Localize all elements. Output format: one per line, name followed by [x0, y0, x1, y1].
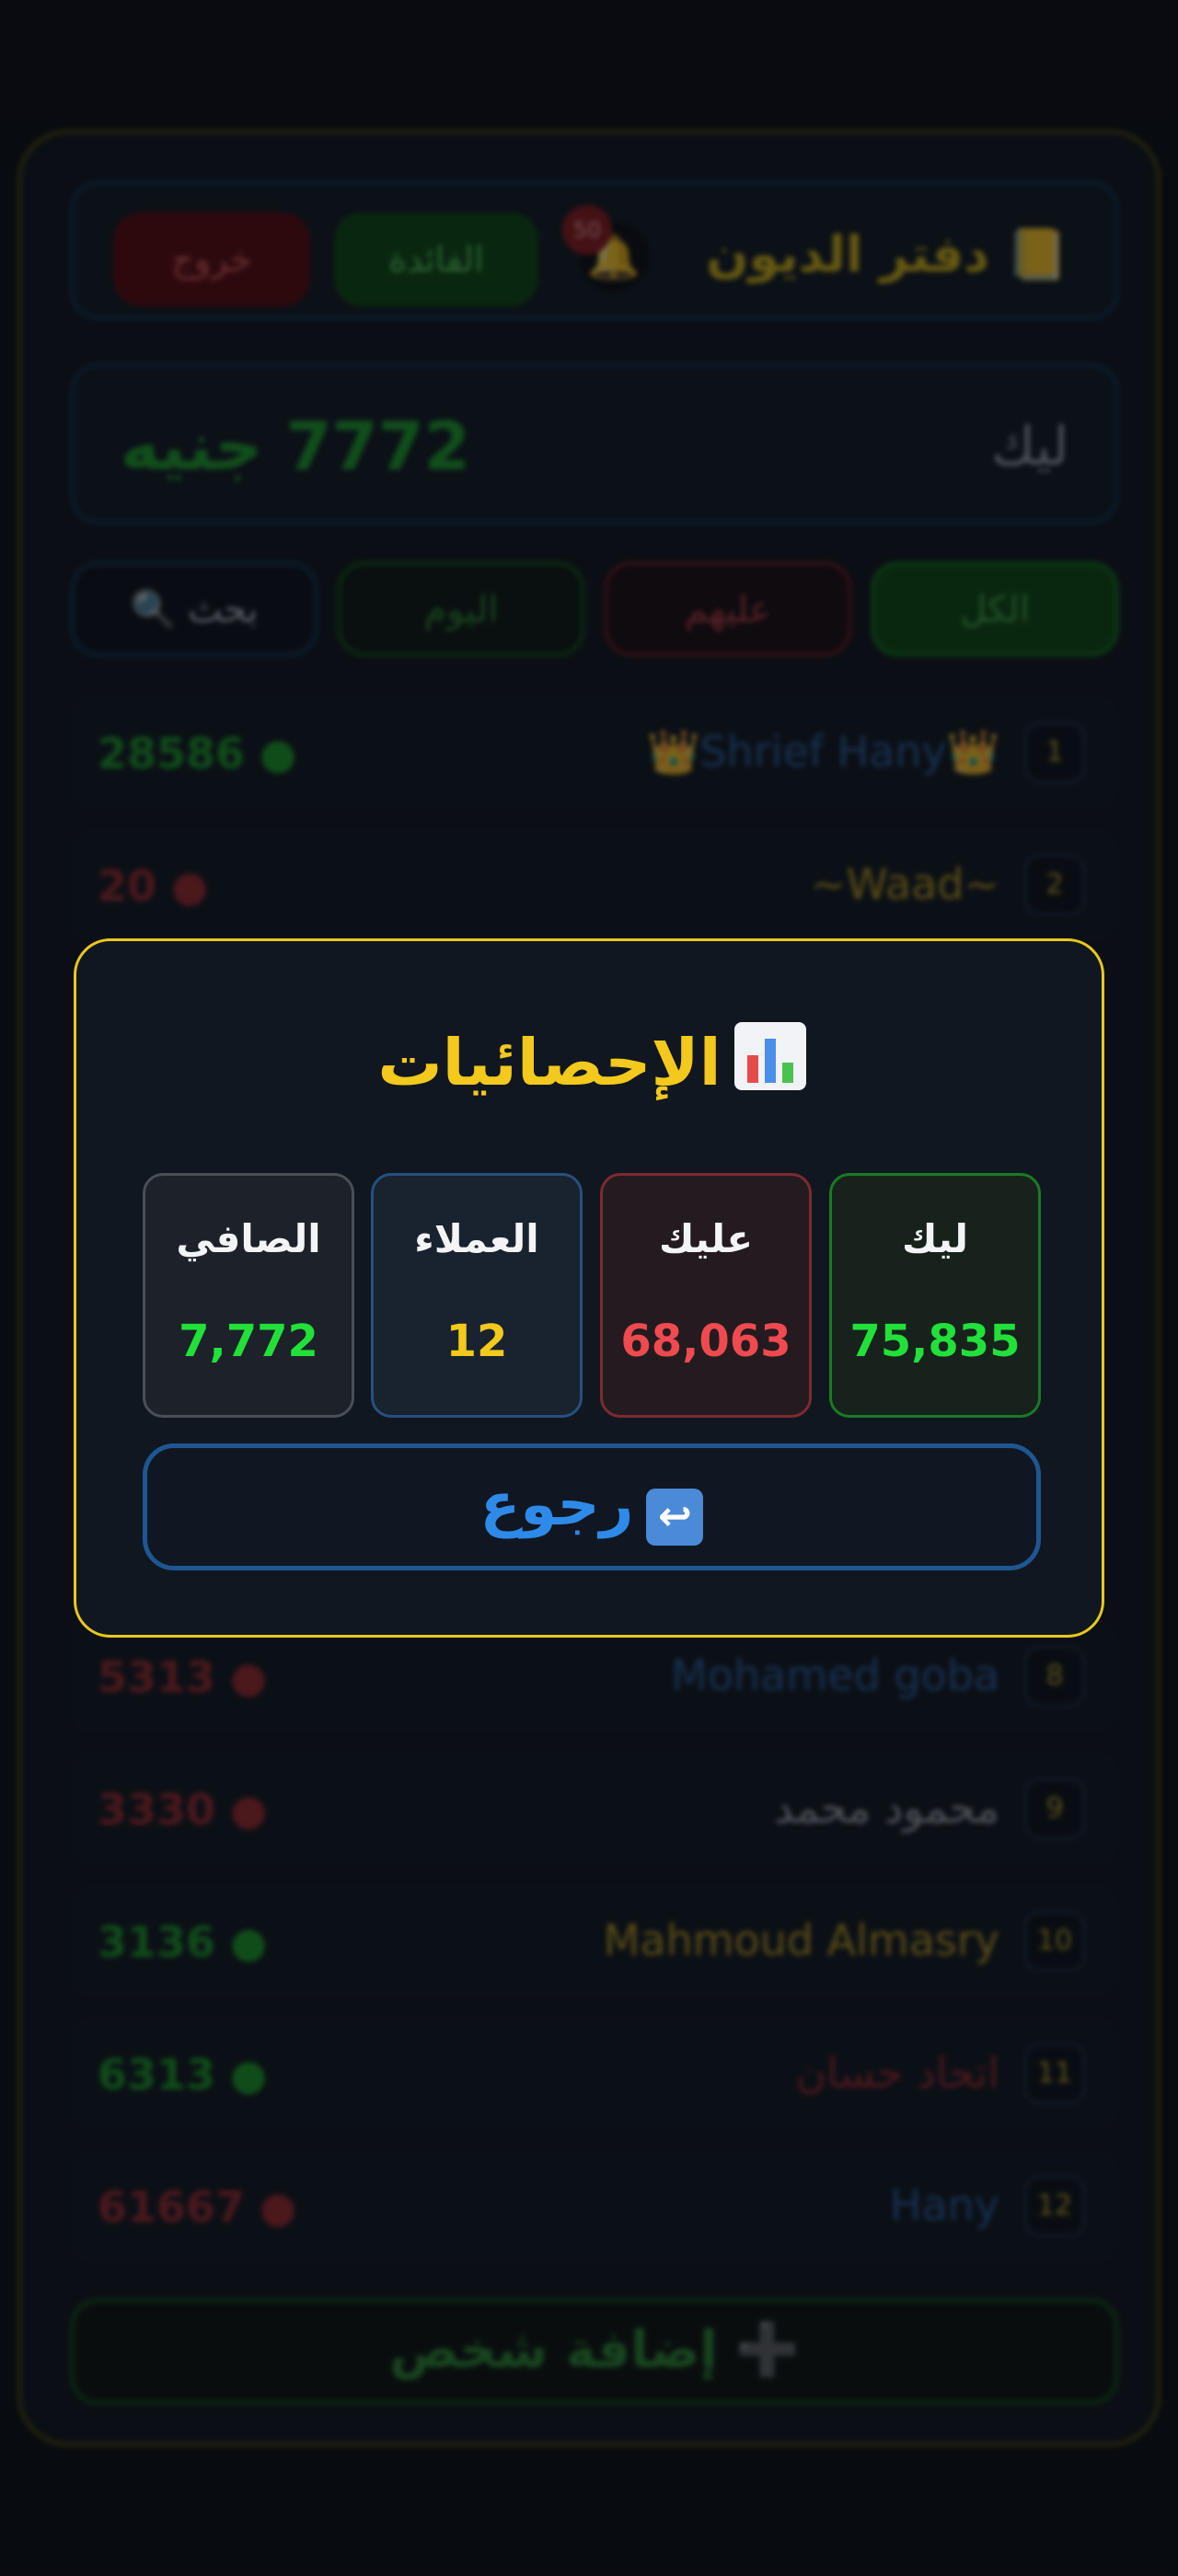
- stat-label: ليك: [901, 1216, 969, 1261]
- modal-title: الإحصائيات: [377, 1025, 722, 1100]
- stats-grid: ليك 75,835 عليك 68,063 العملاء 12 الصافي…: [143, 1173, 1041, 1418]
- stat-label: عليك: [658, 1216, 754, 1261]
- statistics-modal: الإحصائيات ليك 75,835 عليك 68,063 العملا…: [74, 938, 1104, 1638]
- stat-value: 75,835: [849, 1316, 1021, 1367]
- return-arrow-icon: ↩: [646, 1489, 704, 1546]
- stat-value: 7,772: [179, 1316, 318, 1367]
- stat-card-clients: العملاء 12: [371, 1173, 583, 1418]
- back-button[interactable]: ↩رجوع: [143, 1443, 1041, 1570]
- stat-value: 68,063: [620, 1316, 791, 1367]
- back-button-label: رجوع: [479, 1471, 634, 1539]
- modal-title-wrap: الإحصائيات: [76, 1022, 1107, 1100]
- stat-card-lik: ليك 75,835: [829, 1173, 1041, 1418]
- stat-card-alik: عليك 68,063: [600, 1173, 812, 1418]
- stat-card-net: الصافي 7,772: [143, 1173, 354, 1418]
- stat-label: العملاء: [414, 1216, 539, 1261]
- stat-label: الصافي: [176, 1216, 321, 1261]
- stat-value: 12: [445, 1316, 508, 1367]
- bar-chart-icon: [733, 1022, 806, 1090]
